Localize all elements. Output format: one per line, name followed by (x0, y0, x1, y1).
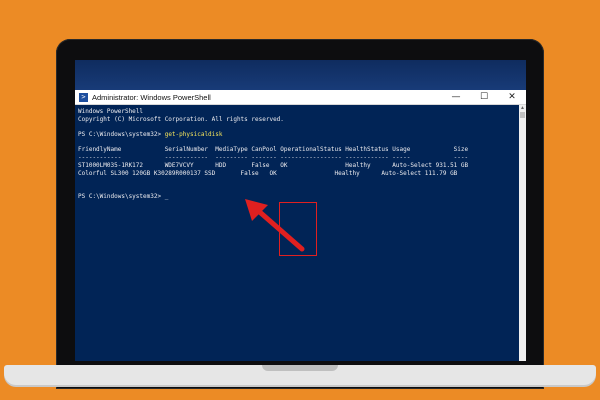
console-line: ST1000LM035-1RK172 WDE7VCVY HDD False OK… (78, 161, 469, 169)
vertical-scrollbar[interactable]: ▲ (519, 105, 526, 361)
powershell-icon: > (79, 92, 88, 102)
laptop-notch (262, 365, 338, 371)
scroll-thumb[interactable] (520, 112, 525, 118)
window-title: Administrator: Windows PowerShell (92, 92, 211, 102)
console-line: ------------ ------------ --------- ----… (78, 154, 469, 162)
console-line: Copyright (C) Microsoft Corporation. All… (78, 115, 284, 123)
scroll-up-icon[interactable]: ▲ (519, 105, 526, 112)
console-line: FriendlyName SerialNumber MediaType CanP… (78, 146, 469, 154)
console-line: Colorful SL300 120GB K30289R000137 SSD F… (78, 169, 458, 177)
maximize-button[interactable]: ☐ (470, 90, 498, 104)
console-command: get-physicaldisk (164, 131, 223, 139)
desktop-background (75, 60, 526, 90)
console-prompt: PS C:\Windows\system32> (78, 192, 165, 200)
close-button[interactable]: ✕ (498, 90, 526, 104)
annotation-arrow-icon (245, 199, 305, 252)
minimize-button[interactable]: — (442, 90, 470, 104)
console-prompt: PS C:\Windows\system32> (78, 131, 165, 139)
window-titlebar[interactable]: > Administrator: Windows PowerShell — ☐ … (75, 90, 526, 105)
console-line: PS C:\Windows\system32> get-physicaldisk (78, 131, 526, 139)
console-line: Windows PowerShell (78, 108, 144, 115)
text-cursor: _ (164, 192, 169, 200)
